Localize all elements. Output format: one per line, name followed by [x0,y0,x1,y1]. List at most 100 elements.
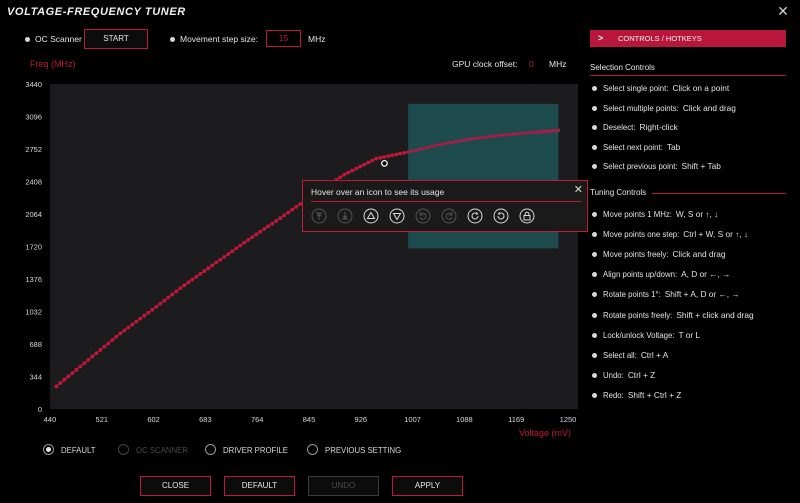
curve-point [106,341,111,346]
selection-control-hotkey: Click and drag [682,102,736,113]
curve-point [494,134,498,138]
selection-controls-title: Selection Controls [590,63,655,72]
profile-label: DEFAULT [61,446,96,455]
profile-radio-driver-profile[interactable] [205,444,216,455]
tuning-control-label: Move points one step: [603,230,680,240]
popup-close-icon[interactable]: ✕ [574,183,583,196]
x-tick-label: 1007 [404,415,421,424]
selection-control-item: Deselect: Right-click [603,122,678,132]
x-tick-label: 1169 [508,415,524,424]
curve-point [82,361,87,366]
curve-point [338,175,343,180]
curve-point [110,338,115,342]
x-tick-label: 926 [355,415,368,424]
tuning-control-bullet [592,312,597,318]
rotate-right-icon[interactable] [441,208,457,224]
profile-radio-default[interactable] [43,444,54,455]
close-button[interactable]: CLOSE [140,476,211,496]
curve-point [142,313,147,318]
selection-control-label: Select previous point: [603,162,678,171]
undo-button[interactable]: UNDO [308,476,379,496]
curve-point [206,266,211,271]
selection-control-hotkey: Right-click [639,122,678,132]
y-tick-label: 1720 [25,243,42,252]
curve-point [470,136,474,141]
chevron-right-icon: > [598,33,604,43]
curve-point [362,162,367,167]
curve-point [506,132,510,137]
curve-point [490,134,494,139]
tuning-control-hotkey: Ctrl + Z [627,369,656,380]
selection-control-hotkey: Tab [666,141,681,152]
x-tick-label: 845 [303,415,316,424]
tuning-control-label: Rotate points freely: [603,310,673,320]
curve-point [54,384,59,389]
tuning-control-label: Move points 1 MHz: [603,210,672,219]
curve-point [94,351,99,356]
move-down-icon[interactable] [389,208,405,224]
selection-control-label: Select next point: [603,142,663,152]
undo-icon[interactable] [493,208,509,224]
curve-point [134,319,139,324]
curve-point [230,249,235,254]
redo-icon[interactable] [467,208,483,224]
curve-point [418,147,423,152]
selection-control-item: Select previous point: Shift + Tab [603,161,721,171]
align-top-icon[interactable] [311,208,327,224]
profile-radio-oc-scanner[interactable] [118,444,129,455]
tuning-control-label: Select all: [603,350,637,360]
curve-point [90,354,95,359]
curve-point [170,292,175,297]
profile-radio-previous-setting[interactable] [307,444,318,455]
curve-point [174,289,179,294]
curve-point [130,322,135,327]
curve-point [150,307,155,312]
tuning-control-item: Lock/unlock Voltage: T or L [603,330,700,340]
tuning-control-item: Move points one step: Ctrl + W, S or ↑, ↓ [603,229,748,239]
move-up-icon[interactable] [363,208,379,224]
tuning-control-label: Align points up/down: [603,270,678,280]
tuning-controls-title: Tuning Controls [590,188,647,197]
selection-control-label: Select single point: [603,84,669,93]
tuning-control-hotkey: Ctrl + W, S or ↑, ↓ [683,229,749,240]
selection-divider [590,75,786,76]
lock-icon[interactable] [519,208,535,224]
controls-hotkeys-header[interactable]: > CONTROLS / HOTKEYS [590,30,786,47]
tuning-control-hotkey: T or L [678,329,701,340]
default-button[interactable]: DEFAULT [224,476,295,496]
curve-point [354,166,359,171]
curve-point [446,141,450,145]
curve-point [422,146,427,151]
curve-point [190,277,195,282]
apply-button[interactable]: APPLY [392,476,463,496]
curve-point [74,367,79,372]
selection-control-label: Select multiple points: [603,103,679,113]
profile-label: OC SCANNER [136,446,188,455]
hint-popup: Hover over an icon to see its usage ✕ [302,180,588,232]
tuning-control-label: Rotate points 1°: [603,290,661,300]
tuning-control-item: Select all: Ctrl + A [603,350,668,360]
curve-point [402,150,407,155]
curve-point [498,133,502,138]
x-tick-label: 521 [96,415,109,424]
curve-point [290,207,295,212]
curve-point [414,148,419,153]
y-tick-label: 2064 [25,210,42,219]
curve-point [556,128,561,133]
rotate-left-icon[interactable] [415,208,431,224]
curve-point [442,141,446,146]
curve-point [242,240,247,245]
selection-control-bullet [592,105,597,111]
popup-text: Hover over an icon to see its usage [311,187,445,197]
curve-point [462,138,466,143]
align-bottom-icon[interactable] [337,208,353,224]
x-tick-label: 764 [251,415,264,424]
curve-point [510,132,514,137]
y-tick-label: 3096 [25,113,42,122]
tuning-control-hotkey: A, D or ←, → [681,269,731,280]
curve-point [474,136,478,141]
tuning-control-bullet [592,212,597,217]
curve-point [366,160,371,165]
curve-point [102,344,107,349]
curve-point [182,283,187,288]
